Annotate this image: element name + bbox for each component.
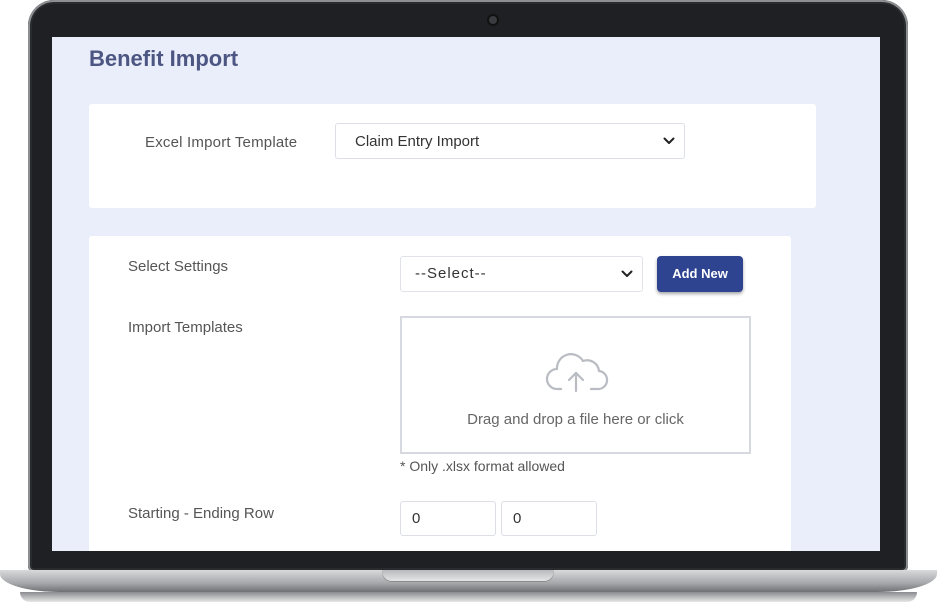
chevron-down-icon	[663, 137, 675, 144]
starting-row-input[interactable]: 0	[400, 501, 496, 536]
add-new-button[interactable]: Add New	[657, 256, 743, 292]
ending-row-input[interactable]: 0	[501, 501, 597, 536]
settings-select[interactable]: --Select--	[400, 256, 643, 292]
chevron-down-icon	[621, 270, 633, 277]
settings-card: Select Settings --Select-- Add New Impor…	[89, 236, 791, 551]
excel-template-label: Excel Import Template	[145, 134, 298, 151]
webcam-icon	[489, 16, 497, 24]
excel-template-value: Claim Entry Import	[355, 133, 480, 150]
laptop-base-edge	[20, 592, 917, 602]
dropzone-text: Drag and drop a file here or click	[467, 411, 684, 428]
import-templates-label: Import Templates	[128, 319, 243, 336]
starting-ending-row-label: Starting - Ending Row	[128, 505, 274, 522]
file-dropzone[interactable]: Drag and drop a file here or click	[400, 316, 751, 454]
laptop-notch	[382, 570, 554, 582]
format-note: * Only .xlsx format allowed	[400, 458, 565, 474]
select-settings-label: Select Settings	[128, 258, 229, 275]
settings-select-value: --Select--	[415, 265, 487, 282]
template-card: Excel Import Template Claim Entry Import	[89, 104, 816, 208]
excel-template-select[interactable]: Claim Entry Import	[335, 123, 685, 159]
page-title: Benefit Import	[89, 46, 239, 71]
app-screen: Benefit Import Excel Import Template Cla…	[52, 37, 880, 551]
cloud-upload-icon	[545, 353, 609, 393]
